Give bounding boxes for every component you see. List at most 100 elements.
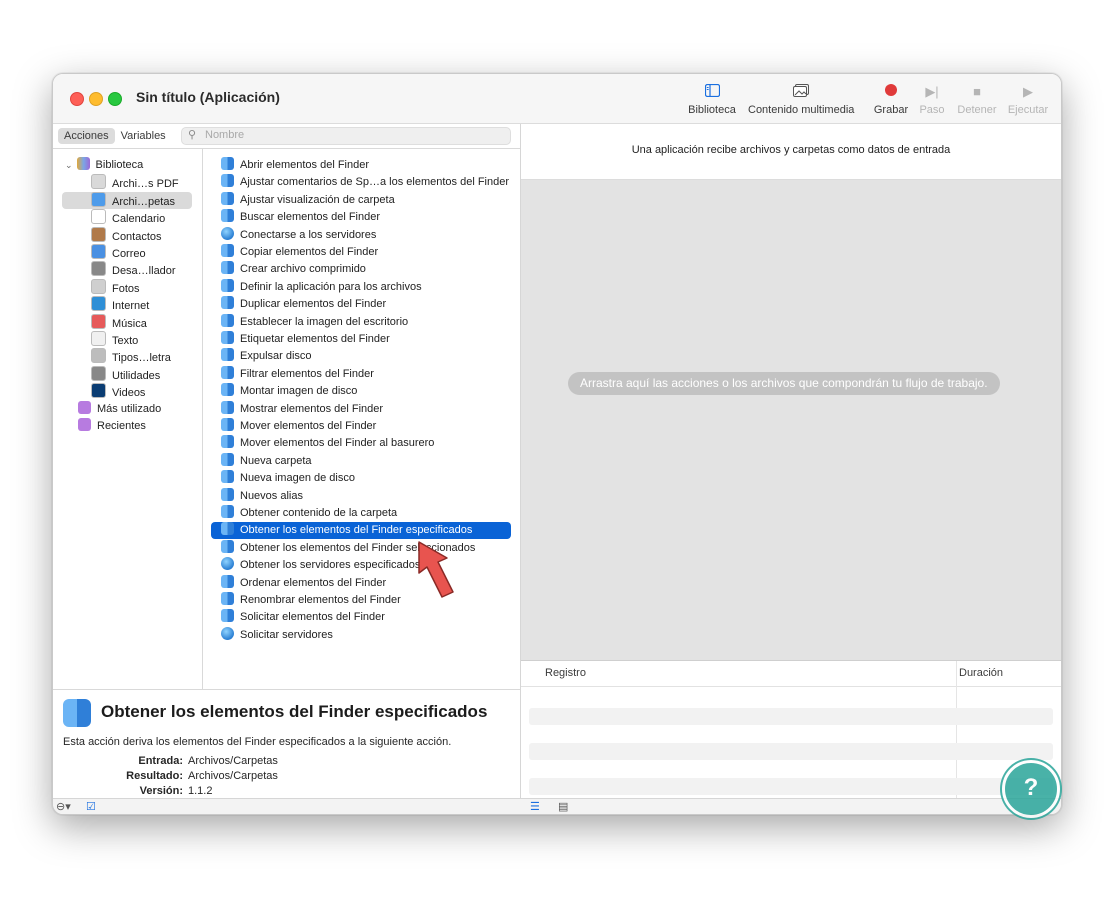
action-item-label: Expulsar disco (240, 350, 312, 363)
action-item-label: Abrir elementos del Finder (240, 159, 370, 171)
result-label: Resultado: (126, 770, 183, 782)
list-view-icon[interactable]: ☰ (530, 800, 540, 813)
finder-icon (221, 505, 234, 518)
actions-list: Abrir elementos del Finder Ajustar coment… (203, 149, 520, 689)
tab-variables[interactable]: Variables (115, 128, 172, 144)
action-item[interactable]: Etiquetar elementos del Finder (221, 331, 390, 348)
photo-icon (748, 84, 854, 100)
run-button[interactable]: ▶ Ejecutar (1005, 82, 1051, 120)
step-button[interactable]: ▶︎| Paso (917, 82, 947, 120)
finder-icon (221, 157, 234, 170)
sidebar-icon (686, 83, 738, 100)
finder-icon (221, 400, 234, 414)
action-item[interactable]: Obtener contenido de la carpeta (221, 505, 397, 522)
stop-button[interactable]: ■ Detener (955, 82, 999, 120)
action-item[interactable]: Duplicar elementos del Finder (221, 296, 386, 313)
action-item[interactable]: Ajustar comentarios de Sp…a los elemento… (221, 174, 509, 191)
finder-icon (221, 313, 234, 327)
finder-icon (63, 699, 91, 727)
finder-icon (221, 609, 234, 623)
zoom-window-button[interactable] (108, 92, 122, 106)
library-button[interactable]: Biblioteca (686, 82, 738, 120)
action-item[interactable]: Mover elementos del Finder al basurero (221, 435, 434, 452)
search-field[interactable]: ⚲ Nombre (181, 127, 511, 145)
action-item[interactable]: Ordenar elementos del Finder (221, 574, 387, 592)
smart-folder-icon (78, 400, 91, 414)
smart-folder-icon (78, 418, 91, 431)
action-item[interactable]: Montar imagen de disco (221, 383, 357, 400)
library-item-label: Correo (112, 248, 146, 260)
record-label: Grabar (873, 104, 909, 116)
play-icon: ▶ (1023, 84, 1033, 99)
action-item[interactable]: Ajustar visualización de carpeta (221, 191, 395, 209)
record-button[interactable]: Grabar (871, 82, 911, 120)
library-item-label: Fotos (112, 282, 140, 295)
action-item[interactable]: Nuevos alias (221, 487, 303, 505)
log-row (529, 778, 1053, 795)
action-item[interactable]: Establecer la imagen del escritorio (221, 313, 408, 331)
action-item-label: Nuevos alias (240, 489, 303, 502)
library-item-label: Contactos (112, 230, 162, 243)
library-root[interactable]: ⌄ Biblioteca (65, 157, 214, 174)
window-title: Sin título (Aplicación) (136, 89, 280, 105)
action-item-label: Copiar elementos del Finder (240, 246, 379, 258)
action-item[interactable]: Crear archivo comprimido (221, 261, 366, 278)
search-icon: ⚲ (188, 129, 197, 141)
input-label: Entrada: (138, 755, 183, 767)
record-icon (871, 84, 911, 100)
action-item[interactable]: Nueva carpeta (221, 452, 312, 470)
fonts-icon (91, 348, 106, 364)
log-header: Registro Duración (521, 661, 1061, 687)
close-window-button[interactable] (70, 92, 84, 106)
log-column-registro[interactable]: Registro (545, 667, 586, 679)
finder-icon (221, 261, 234, 275)
description-toggle-icon[interactable]: ☑ (86, 800, 96, 813)
media-label: Contenido multimedia (748, 104, 855, 116)
minimize-window-button[interactable] (89, 92, 103, 106)
action-item[interactable]: Solicitar servidores (221, 626, 333, 644)
drop-hint: Arrastra aquí las acciones o los archivo… (568, 372, 1000, 395)
action-item[interactable]: Mostrar elementos del Finder (221, 400, 383, 418)
action-item[interactable]: Abrir elementos del Finder (221, 157, 369, 174)
action-item-label: Montar imagen de disco (240, 385, 358, 398)
action-item[interactable]: Solicitar elementos del Finder (221, 609, 385, 626)
action-item-label: Crear archivo comprimido (240, 263, 366, 276)
action-item[interactable]: Expulsar disco (221, 348, 312, 365)
library-item-label: Tipos…letra (112, 352, 171, 365)
finder-icon (221, 365, 234, 379)
action-item[interactable]: Filtrar elementos del Finder (221, 365, 374, 383)
finder-icon (91, 191, 106, 207)
title-bar: Sin título (Aplicación) Biblioteca Conte… (53, 74, 1061, 124)
chevron-down-icon[interactable]: ⌄ (65, 160, 73, 170)
action-item-label: Ajustar visualización de carpeta (240, 193, 395, 206)
media-button[interactable]: Contenido multimedia (748, 82, 854, 120)
red-arrow-icon (418, 541, 454, 598)
action-item[interactable]: Mover elementos del Finder (221, 418, 376, 435)
split-view-icon[interactable]: ▤ (558, 800, 568, 813)
finder-icon (221, 539, 234, 553)
action-item[interactable]: Obtener los servidores especificados (221, 557, 420, 574)
action-item[interactable]: Copiar elementos del Finder (221, 244, 378, 261)
action-item[interactable]: Renombrar elementos del Finder (221, 592, 401, 609)
log-column-duracion[interactable]: Duración (959, 667, 1003, 679)
log-pane: Registro Duración (521, 660, 1061, 799)
action-item[interactable]: Obtener los elementos del Finder especif… (221, 522, 472, 539)
tab-acciones[interactable]: Acciones (58, 128, 115, 144)
utilities-icon (91, 365, 106, 381)
action-item[interactable]: Definir la aplicación para los archivos (221, 278, 422, 296)
video-icon (91, 383, 106, 399)
contacts-icon (91, 226, 106, 242)
action-item-label: Conectarse a los servidores (240, 228, 377, 241)
text-icon (91, 331, 106, 346)
action-item-label: Mover elementos del Finder al basurero (240, 437, 435, 450)
calendar-icon (91, 209, 106, 225)
action-item-label: Obtener los elementos del Finder especif… (240, 524, 473, 537)
action-item-label: Ordenar elementos del Finder (240, 576, 387, 589)
action-item[interactable]: Conectarse a los servidores (221, 226, 377, 244)
workflow-area[interactable]: Arrastra aquí las acciones o los archivo… (521, 180, 1061, 660)
options-menu-icon[interactable]: ⊖▾ (56, 800, 71, 813)
action-item-label: Nueva imagen de disco (240, 472, 355, 485)
action-item[interactable]: Buscar elementos del Finder (221, 209, 380, 226)
action-item[interactable]: Nueva imagen de disco (221, 470, 355, 487)
finder-icon (221, 383, 234, 397)
